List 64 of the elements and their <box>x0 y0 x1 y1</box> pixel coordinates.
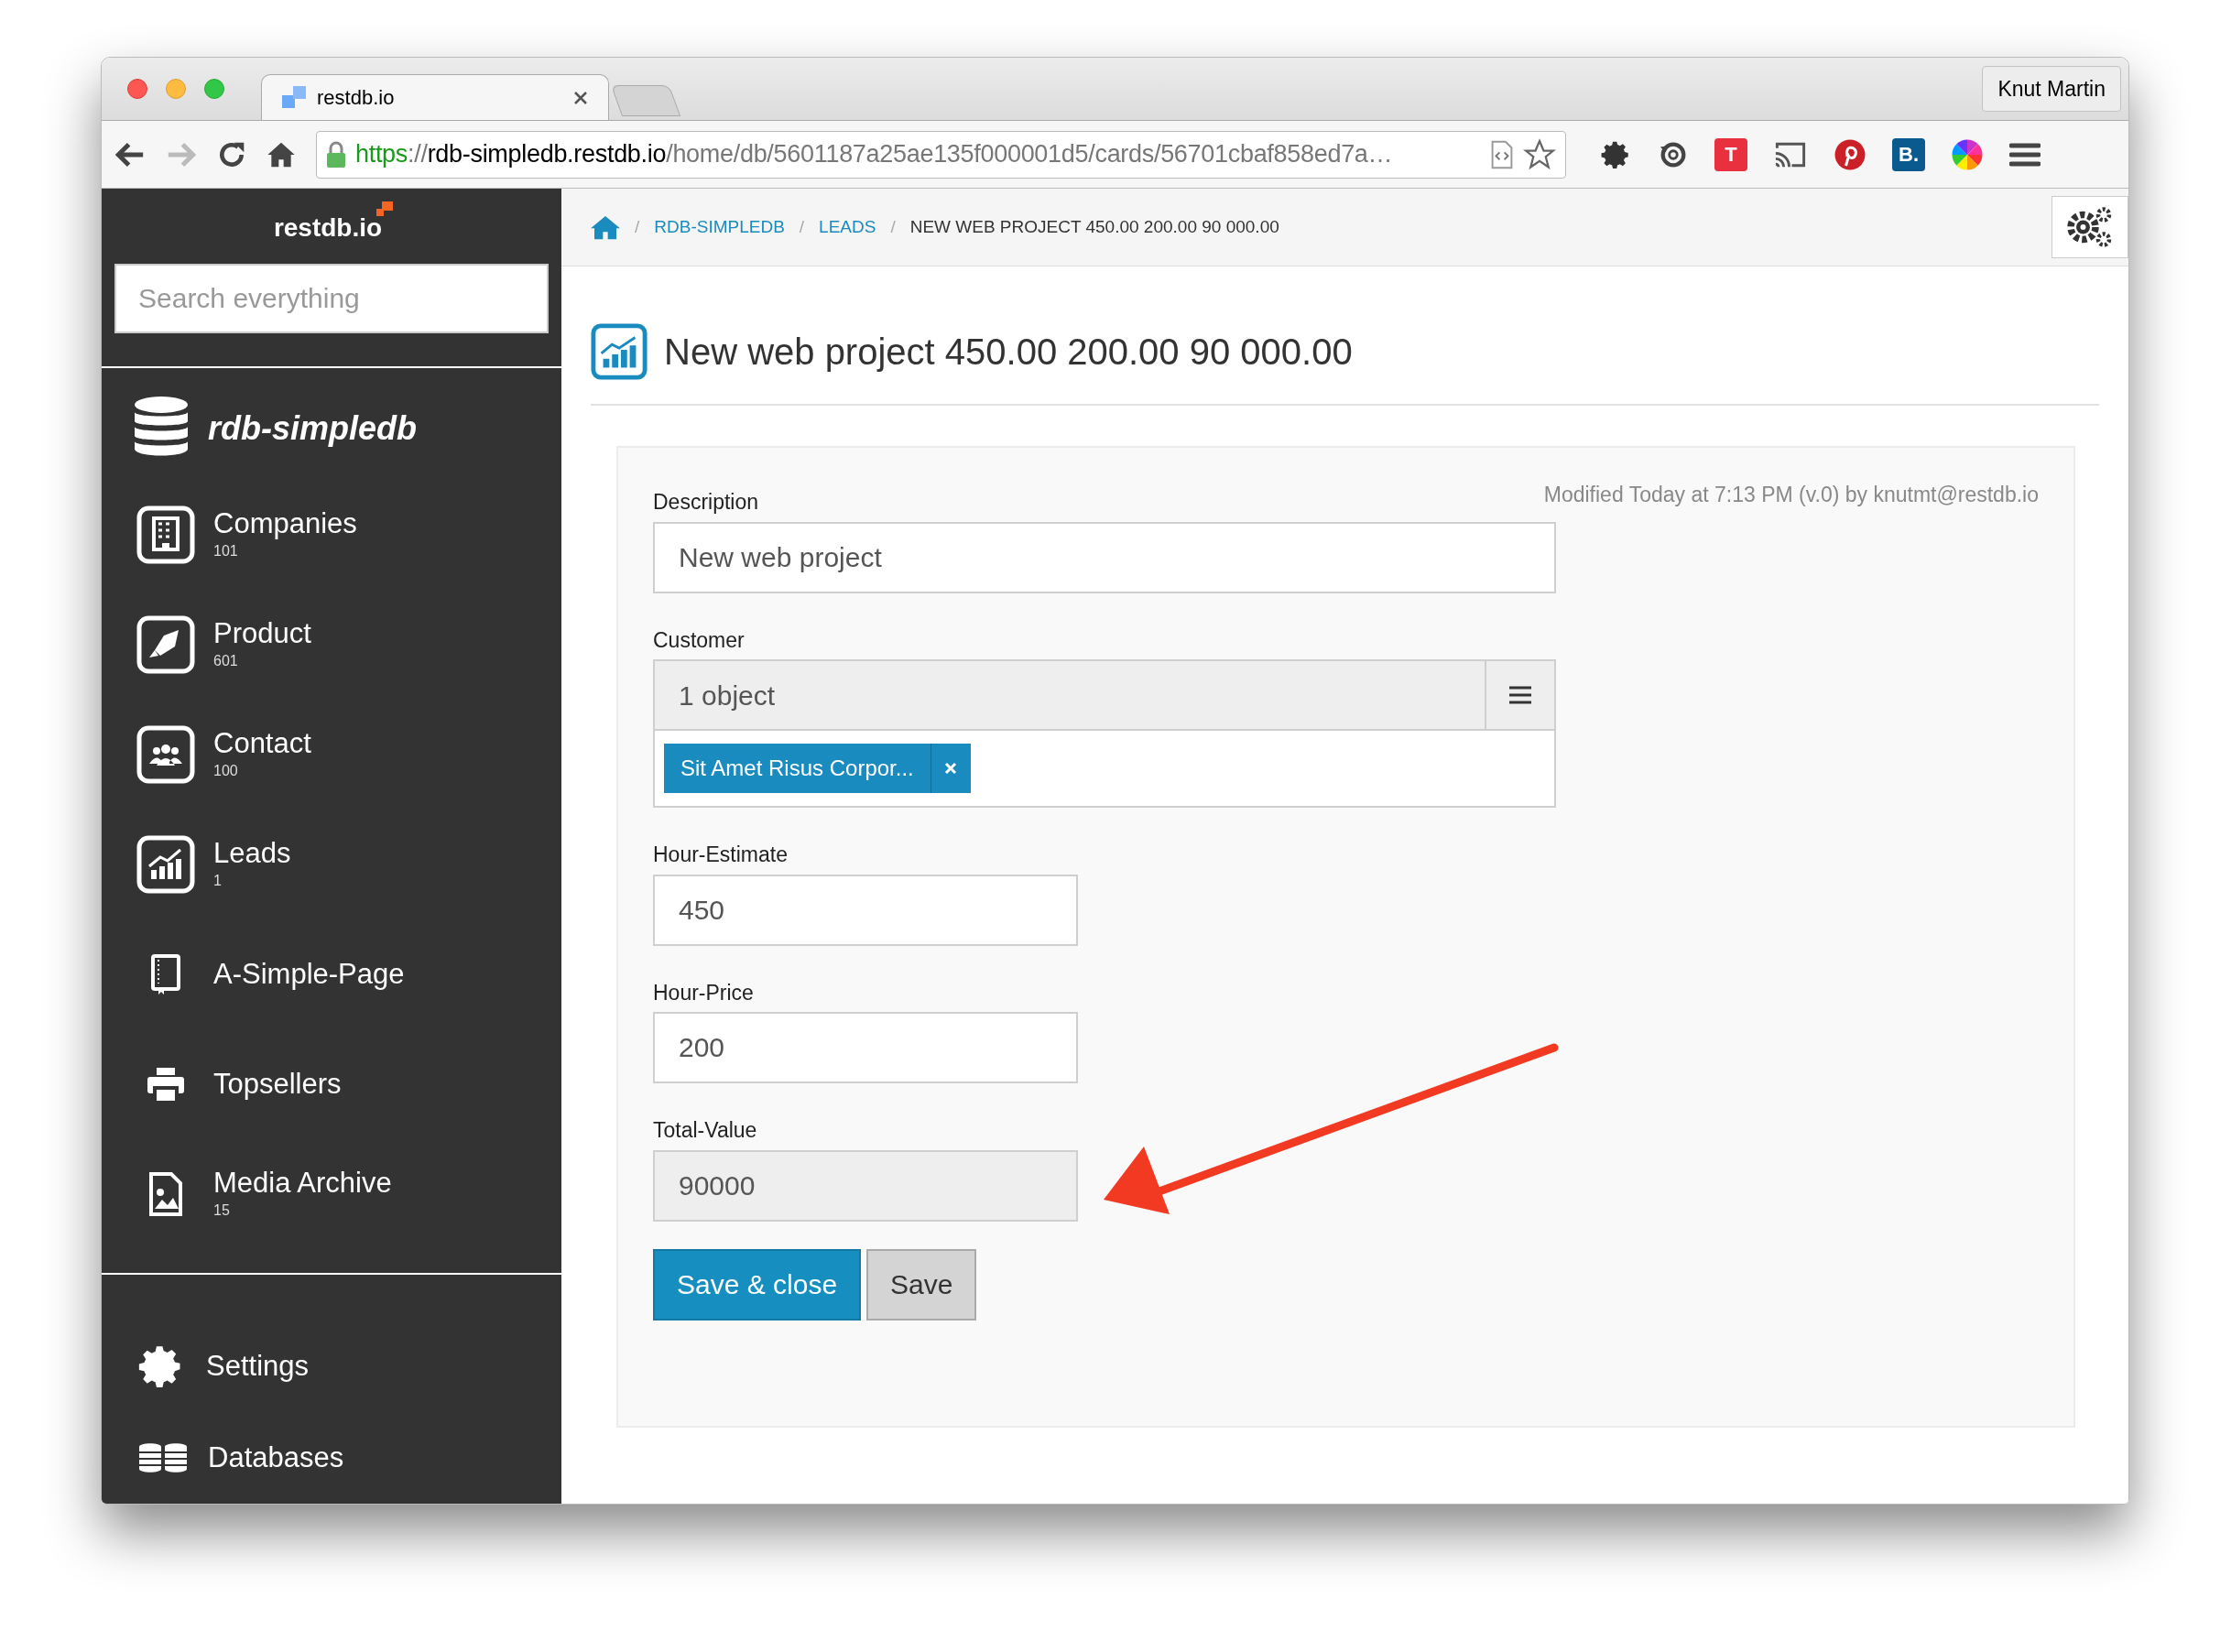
databases-icon <box>138 1443 188 1473</box>
back-icon[interactable] <box>114 140 146 168</box>
extension-badge[interactable]: B. <box>1892 137 1925 171</box>
settings-button[interactable] <box>2051 196 2128 258</box>
pin-logo-icon[interactable] <box>1834 137 1866 171</box>
close-window-button[interactable] <box>127 79 147 99</box>
sidebar-logo[interactable]: restdb.io <box>273 213 383 242</box>
browser-tab[interactable]: restdb.io <box>261 74 609 120</box>
field-label: Description <box>653 489 759 516</box>
breadcrumb-link[interactable]: RDB-SIMPLEDB <box>654 213 785 241</box>
input-field[interactable]: 450 <box>653 874 1078 946</box>
breadcrumb-separator: / <box>890 215 896 238</box>
address-bar[interactable]: https://rdb-simpledb.restdb.io/home/db/5601187a25ae135f000001d5/cards/56701cbaf858ed7a… <box>316 130 1566 179</box>
color-wheel-icon[interactable] <box>1951 137 1984 171</box>
sidebar-item[interactable]: Product 601 <box>102 590 561 700</box>
sidebar-item[interactable]: Settings <box>102 1321 561 1412</box>
sidebar-item[interactable]: A-Simple-Page <box>102 919 561 1029</box>
sidebar-item[interactable]: Leads 1 <box>102 810 561 919</box>
sidebar-item[interactable]: Media Archive 15 <box>102 1139 561 1249</box>
people-icon <box>136 725 195 784</box>
building-icon <box>136 505 195 564</box>
logo-mark-icon <box>375 201 394 218</box>
item-count: 101 <box>213 542 239 560</box>
sidebar-item[interactable]: Databases <box>102 1412 561 1504</box>
close-icon <box>944 762 958 775</box>
field-label: Hour-Estimate <box>653 842 788 868</box>
input-field[interactable]: New web project <box>653 521 1556 593</box>
input-field[interactable]: 90000 <box>653 1149 1078 1222</box>
item-count: 601 <box>213 652 239 670</box>
search-field[interactable]: Search everything <box>114 264 549 333</box>
input-field[interactable]: 200 <box>653 1012 1078 1083</box>
modified-info: Modified Today at 7:13 PM (v.0) by knutmt@restdb.io <box>1543 482 2039 508</box>
sidebar-item[interactable]: Topsellers <box>102 1029 561 1139</box>
extension-badge[interactable]: T <box>1714 137 1747 171</box>
tab-title: restdb.io <box>317 85 396 111</box>
profile-button[interactable]: Knut Martin <box>1982 66 2121 112</box>
chart-icon <box>591 323 648 380</box>
menu-icon <box>1508 685 1532 705</box>
sidebar-item[interactable]: Companies 101 <box>102 480 561 590</box>
star-icon[interactable] <box>1523 137 1556 171</box>
breadcrumb-current: NEW WEB PROJECT 450.00 200.00 90 000.00 <box>909 215 1279 238</box>
field-label: Hour-Price <box>653 979 754 1006</box>
item-count: 15 <box>213 1201 231 1220</box>
field-value: 1 object <box>678 679 777 712</box>
field-label: Total-Value <box>653 1117 757 1144</box>
breadcrumb-separator: / <box>799 215 805 238</box>
save-and-close-button[interactable]: Save & close <box>653 1248 862 1321</box>
save-button[interactable]: Save <box>866 1248 977 1321</box>
breadcrumb-link[interactable]: LEADS <box>819 213 876 241</box>
field-label: Customer <box>653 626 745 654</box>
close-icon[interactable] <box>573 90 588 105</box>
tag-label: Sit Amet Risus Corpor... <box>680 755 915 782</box>
page-code-icon[interactable] <box>1490 139 1514 169</box>
item-count: 100 <box>213 762 239 780</box>
item-count: 1 <box>213 872 223 890</box>
url-text: https://rdb-simpledb.restdb.io/home/db/5601187a25ae135f000001d5/cards/56701cbaf858ed7a… <box>355 139 1394 170</box>
restdb-logo-icon <box>282 85 308 110</box>
chart-icon <box>136 835 195 894</box>
breadcrumb-separator: / <box>635 215 640 238</box>
page-title: New web project 450.00 200.00 90 000.00 <box>664 331 1353 374</box>
reference-field[interactable]: 1 object <box>653 659 1556 731</box>
database-title[interactable]: rdb-simpledb <box>102 368 561 480</box>
lock-icon <box>326 140 346 168</box>
sidebar-item[interactable]: Contact 100 <box>102 700 561 810</box>
